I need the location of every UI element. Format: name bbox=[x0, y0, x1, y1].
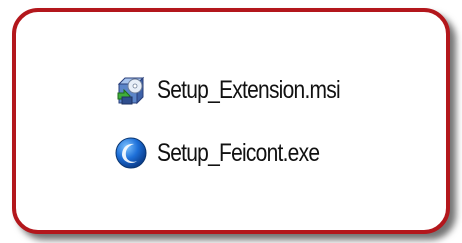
blue-sphere-app-icon bbox=[114, 136, 148, 170]
file-list: Setup_Extension.msi Setup_Feicont.exe bbox=[106, 61, 342, 195]
msi-installer-icon bbox=[114, 73, 148, 107]
highlight-frame: Setup_Extension.msi Setup_Feicont.exe bbox=[12, 8, 450, 234]
file-item-setup-feicont[interactable]: Setup_Feicont.exe bbox=[114, 136, 350, 170]
file-item-setup-extension[interactable]: Setup_Extension.msi bbox=[114, 73, 375, 107]
file-name-label: Setup_Extension.msi bbox=[157, 76, 341, 104]
file-name-label: Setup_Feicont.exe bbox=[157, 139, 320, 167]
